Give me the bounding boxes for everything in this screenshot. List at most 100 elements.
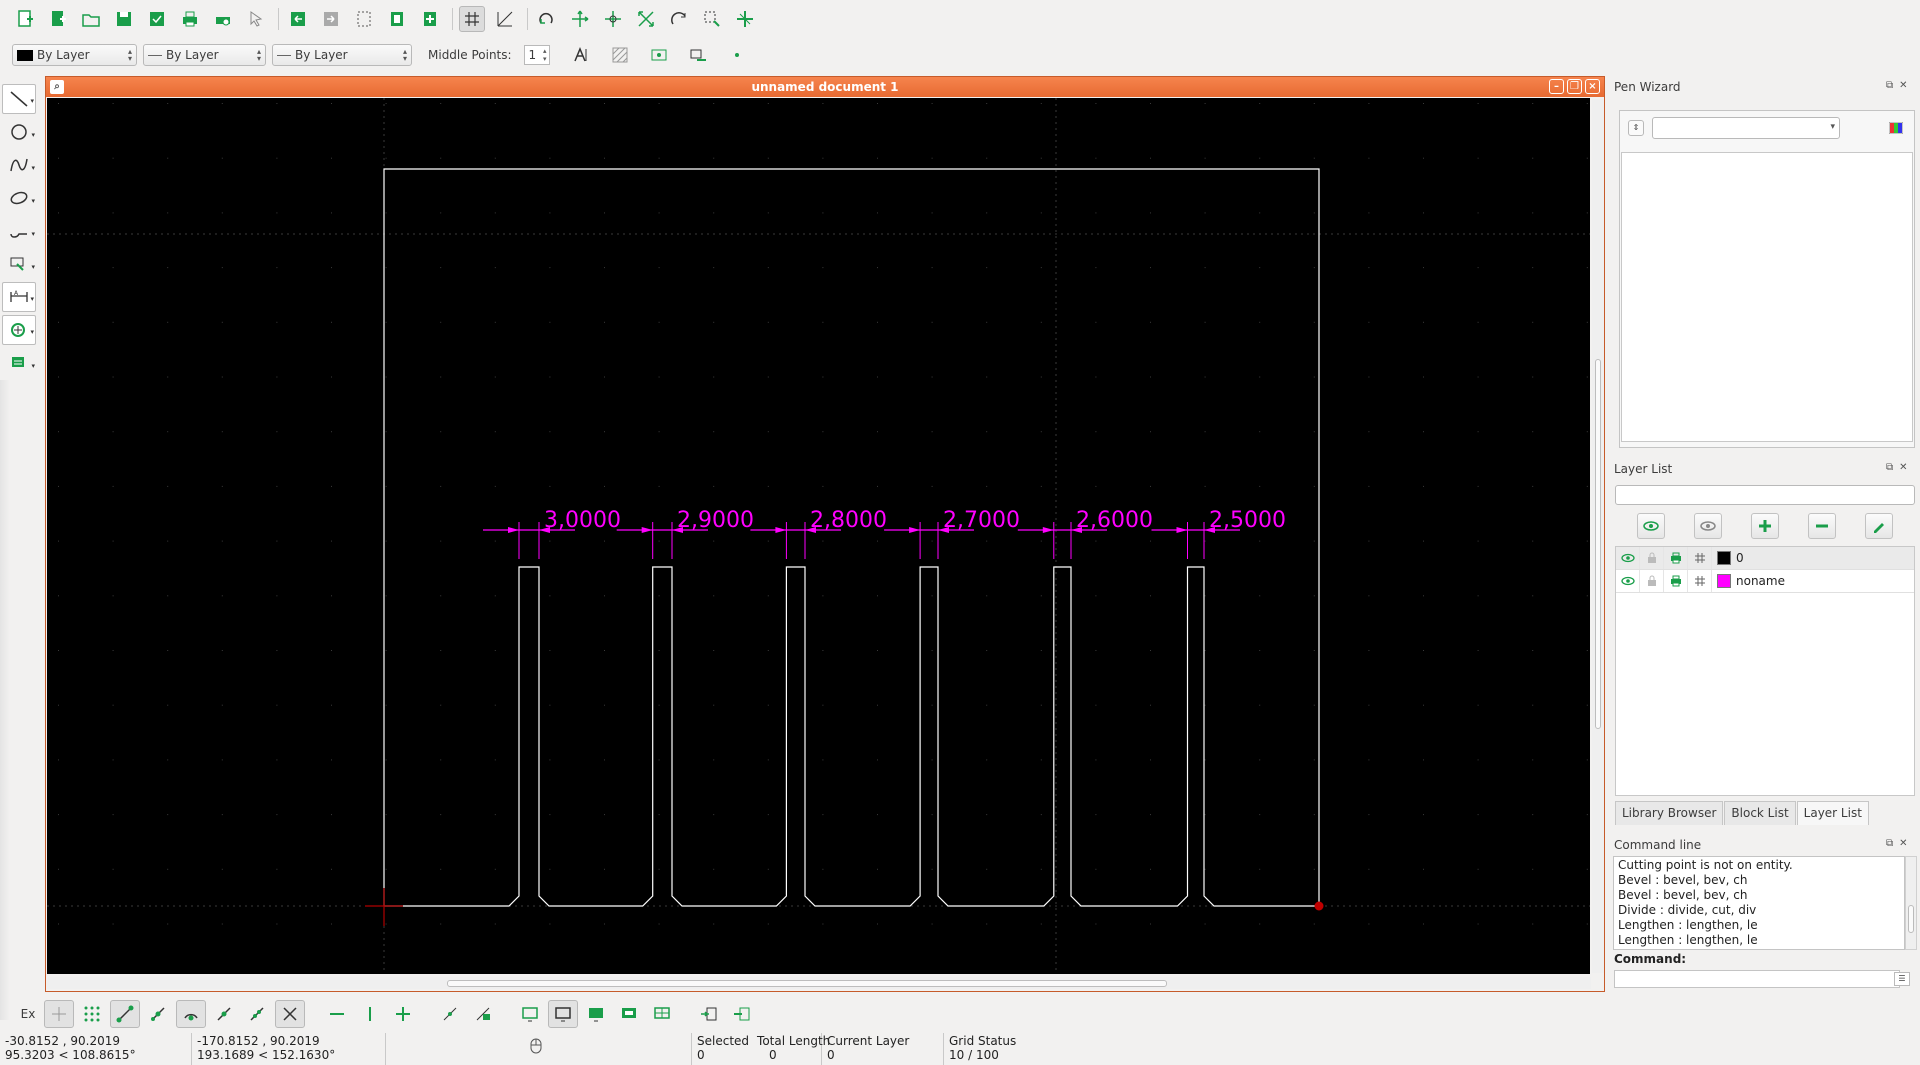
block-create-icon[interactable] <box>727 1000 757 1028</box>
exclusive-snap-label[interactable]: Ex <box>12 1007 44 1021</box>
color-palette-icon[interactable] <box>1886 118 1906 138</box>
snap-middle-icon[interactable] <box>209 1000 239 1028</box>
print-icon[interactable] <box>177 6 203 32</box>
view-print-preview-icon[interactable] <box>581 1000 611 1028</box>
minimize-button[interactable]: – <box>1549 79 1564 94</box>
print-preview-icon[interactable] <box>210 6 236 32</box>
snap-intersection-icon[interactable] <box>275 1000 305 1028</box>
command-input[interactable] <box>1614 970 1900 988</box>
horizontal-scrollbar[interactable] <box>47 977 1591 989</box>
new-from-template-icon[interactable] <box>45 6 71 32</box>
printer-icon[interactable] <box>1664 570 1688 592</box>
relative-zero-icon[interactable] <box>435 1000 465 1028</box>
command-history[interactable]: Cutting point is not on entity. Bevel : … <box>1613 856 1905 950</box>
info-tool-icon[interactable]: ▾ <box>2 348 36 378</box>
ellipse-tool-icon[interactable]: ▾ <box>2 183 36 213</box>
tab-layer-list[interactable]: Layer List <box>1796 801 1869 825</box>
restrict-orthogonal-icon[interactable] <box>388 1000 418 1028</box>
show-all-layers-button[interactable] <box>1637 513 1665 539</box>
line-tool-icon[interactable]: ▾ <box>2 84 36 114</box>
visibility-eye-icon[interactable] <box>1616 570 1640 592</box>
copy-icon[interactable] <box>384 6 410 32</box>
point-icon[interactable] <box>724 42 750 68</box>
zoom-auto-icon[interactable] <box>633 6 659 32</box>
command-menu-icon[interactable]: ☰ <box>1894 972 1910 986</box>
vertical-scrollbar[interactable] <box>1592 99 1604 973</box>
restrict-vertical-icon[interactable] <box>355 1000 385 1028</box>
grid-toggle-icon[interactable] <box>459 6 485 32</box>
snap-distance-icon[interactable] <box>242 1000 272 1028</box>
polyline-tool-icon[interactable]: ▾ <box>2 216 36 246</box>
snap-free-icon[interactable] <box>44 1000 74 1028</box>
pen-linetype-combo[interactable]: By Layer ▴ ▾ <box>272 44 412 66</box>
layer-row[interactable]: 0 <box>1616 547 1914 570</box>
hide-all-layers-button[interactable] <box>1694 513 1722 539</box>
pen-wizard-list[interactable] <box>1621 152 1913 442</box>
construction-layer-icon[interactable] <box>1688 570 1712 592</box>
open-folder-icon[interactable] <box>78 6 104 32</box>
vertical-scroll-thumb[interactable] <box>1595 359 1601 729</box>
block-insert-icon[interactable] <box>694 1000 724 1028</box>
add-layer-button[interactable] <box>1751 513 1779 539</box>
block-icon[interactable] <box>685 42 711 68</box>
redraw-icon[interactable] <box>534 6 560 32</box>
snap-endpoint-icon[interactable] <box>110 1000 140 1028</box>
lock-icon[interactable] <box>1640 570 1664 592</box>
circle-tool-icon[interactable]: ▾ <box>2 117 36 147</box>
view-antialias-icon[interactable] <box>614 1000 644 1028</box>
construction-layer-icon[interactable] <box>1688 547 1712 569</box>
tab-library-browser[interactable]: Library Browser <box>1615 801 1724 825</box>
close-button[interactable]: × <box>1585 79 1600 94</box>
view-mode-icon[interactable] <box>515 1000 545 1028</box>
view-grid-icon[interactable] <box>647 1000 677 1028</box>
zoom-pan-icon[interactable] <box>732 6 758 32</box>
zoom-in-icon[interactable] <box>567 6 593 32</box>
view-draft-icon[interactable] <box>548 1000 578 1028</box>
layer-row[interactable]: noname <box>1616 570 1914 593</box>
pen-color-combo[interactable]: By Layer ▴ ▾ <box>12 44 137 66</box>
command-history-scrollbar[interactable] <box>1905 856 1917 950</box>
pen-width-combo[interactable]: By Layer ▴ ▾ <box>143 44 266 66</box>
horizontal-scroll-thumb[interactable] <box>447 980 1167 987</box>
zoom-out-icon[interactable] <box>600 6 626 32</box>
printer-icon[interactable] <box>1664 547 1688 569</box>
lock-relative-zero-icon[interactable] <box>468 1000 498 1028</box>
visibility-eye-icon[interactable] <box>1616 547 1640 569</box>
snap-on-entity-icon[interactable] <box>143 1000 173 1028</box>
dock-float-close-icons[interactable]: ⧉✕ <box>1886 80 1914 91</box>
dimension-tool-icon[interactable]: A ▾ <box>2 282 36 312</box>
remove-layer-button[interactable] <box>1808 513 1836 539</box>
image-icon[interactable] <box>646 42 672 68</box>
restrict-horizontal-icon[interactable] <box>322 1000 352 1028</box>
drawing-canvas[interactable]: 3,0000 2,9000 2,8000 2,7000 2,6000 2,5000 <box>47 98 1590 974</box>
layer-filter-input[interactable] <box>1615 485 1915 505</box>
lock-icon[interactable] <box>1640 547 1664 569</box>
modify-tool-icon[interactable]: ▾ <box>2 315 36 345</box>
middle-points-spinbox[interactable]: 1 ▴ ▾ <box>523 45 550 65</box>
redo-icon[interactable] <box>318 6 344 32</box>
save-icon[interactable] <box>111 6 137 32</box>
zoom-previous-icon[interactable] <box>666 6 692 32</box>
select-tool-icon[interactable]: ▾ <box>2 249 36 279</box>
zoom-window-icon[interactable] <box>699 6 725 32</box>
paste-icon[interactable] <box>417 6 443 32</box>
pen-wizard-sort-button[interactable]: ⇕ <box>1628 120 1644 136</box>
dock-float-close-icons[interactable]: ⧉✕ <box>1886 462 1914 473</box>
new-file-icon[interactable] <box>12 6 38 32</box>
hatch-icon[interactable] <box>607 42 633 68</box>
pen-wizard-combo[interactable]: ▾ <box>1652 117 1840 139</box>
text-style-icon[interactable] <box>568 42 594 68</box>
save-as-icon[interactable] <box>144 6 170 32</box>
scroll-thumb[interactable] <box>1908 905 1914 933</box>
snap-center-icon[interactable] <box>176 1000 206 1028</box>
select-pointer-icon[interactable] <box>243 6 269 32</box>
dock-float-close-icons[interactable]: ⧉✕ <box>1886 838 1914 849</box>
restore-button[interactable]: ❐ <box>1567 79 1582 94</box>
undo-icon[interactable] <box>285 6 311 32</box>
edit-layer-button[interactable] <box>1865 513 1893 539</box>
snap-grid-icon[interactable] <box>77 1000 107 1028</box>
cut-icon[interactable] <box>351 6 377 32</box>
tab-block-list[interactable]: Block List <box>1724 801 1796 825</box>
curve-tool-icon[interactable]: ▾ <box>2 150 36 180</box>
draft-mode-icon[interactable] <box>492 6 518 32</box>
